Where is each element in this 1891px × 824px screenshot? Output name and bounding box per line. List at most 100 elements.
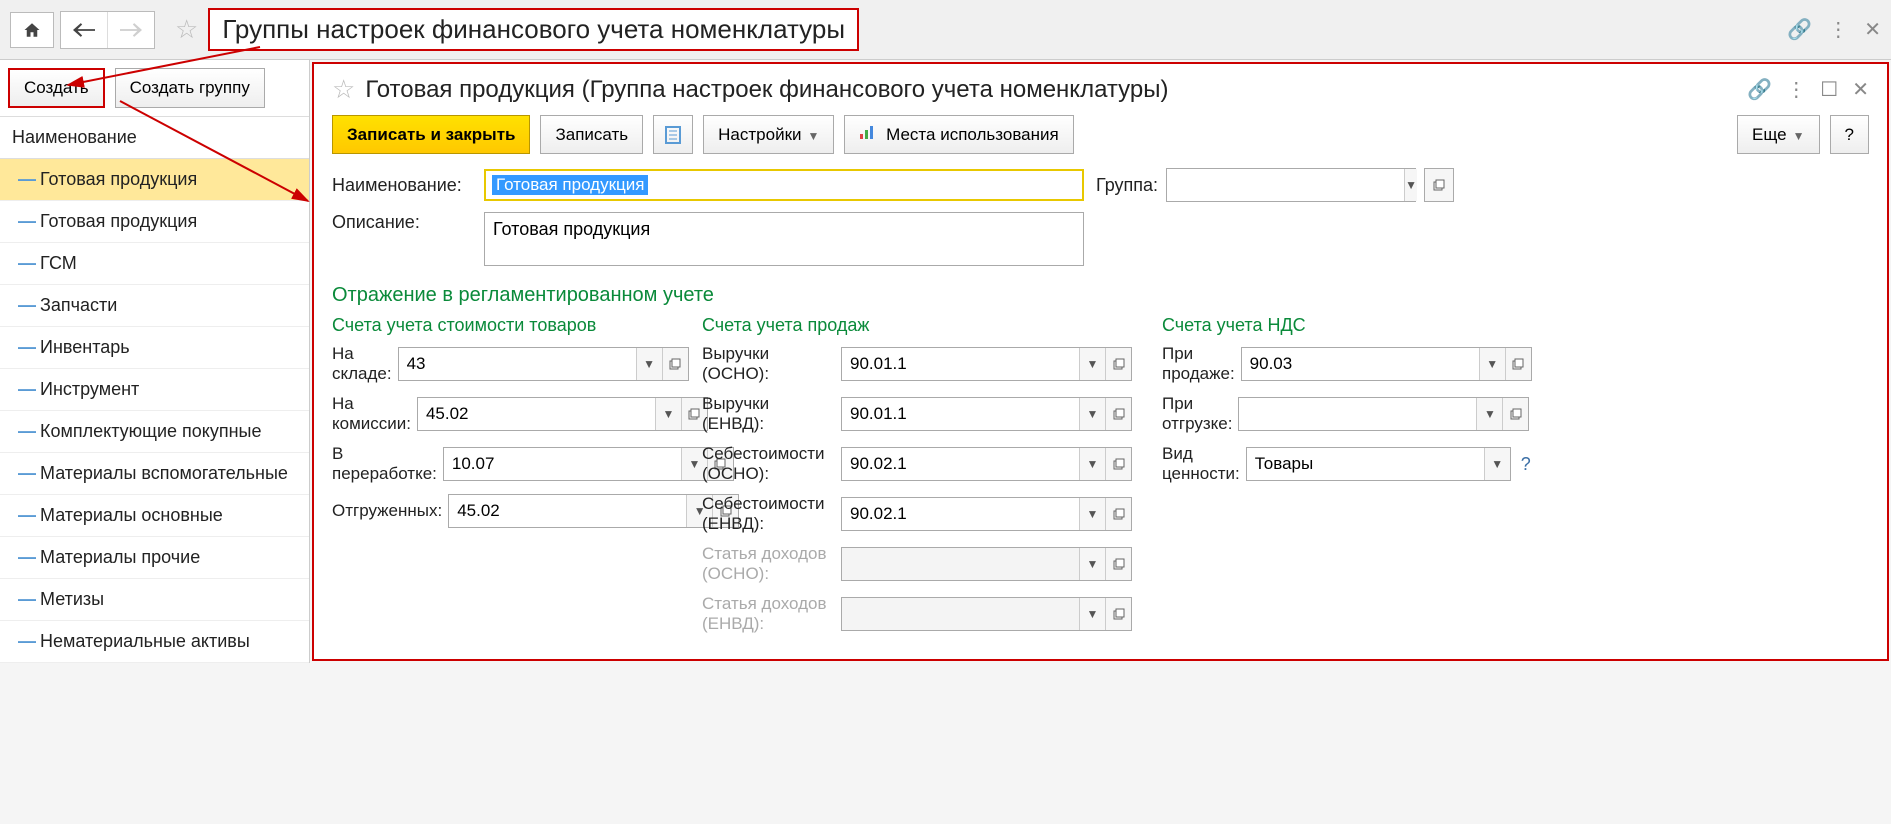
chevron-down-icon[interactable]: ▼ [636, 348, 662, 380]
inc-osno-input[interactable]: ▼ [841, 547, 1132, 581]
open-icon[interactable] [1105, 398, 1131, 430]
close-icon[interactable]: ✕ [1852, 77, 1869, 102]
col3-title: Счета учета НДС [1162, 315, 1502, 336]
description-input[interactable]: Готовая продукция [484, 212, 1084, 266]
value-type-label: Вид ценности: [1162, 444, 1240, 484]
open-icon[interactable] [1105, 598, 1131, 630]
chevron-down-icon[interactable]: ▼ [1079, 348, 1105, 380]
settings-button[interactable]: Настройки▼ [703, 115, 834, 154]
open-icon[interactable] [1105, 548, 1131, 580]
inc-osno-label: Статья доходов (ОСНО): [702, 544, 835, 584]
kebab-icon[interactable]: ⋮ [1786, 77, 1806, 102]
chevron-down-icon[interactable]: ▼ [655, 398, 681, 430]
list-item[interactable]: Инструмент [0, 369, 309, 411]
commission-label: На комиссии: [332, 394, 411, 434]
name-input[interactable]: Готовая продукция [492, 175, 648, 195]
vat-ship-input[interactable]: ▼ [1238, 397, 1529, 431]
list-item[interactable]: Готовая продукция [0, 201, 309, 243]
favorite-icon[interactable]: ☆ [175, 14, 198, 45]
vat-sale-input[interactable]: ▼ [1241, 347, 1532, 381]
maximize-icon[interactable]: ☐ [1820, 77, 1838, 102]
list-item[interactable]: Нематериальные активы [0, 621, 309, 663]
col1-title: Счета учета стоимости товаров [332, 315, 672, 336]
chevron-down-icon[interactable]: ▼ [1079, 598, 1105, 630]
value-type-input[interactable]: ▼ [1246, 447, 1511, 481]
chevron-down-icon[interactable]: ▼ [1079, 448, 1105, 480]
list-item[interactable]: Инвентарь [0, 327, 309, 369]
chevron-down-icon[interactable]: ▼ [1079, 398, 1105, 430]
rev-osno-label: Выручки (ОСНО): [702, 344, 835, 384]
open-icon[interactable] [662, 348, 688, 380]
name-input-wrapper: Готовая продукция [484, 169, 1084, 201]
chevron-down-icon[interactable]: ▼ [1476, 398, 1502, 430]
kebab-icon[interactable]: ⋮ [1828, 17, 1848, 42]
open-icon[interactable] [1505, 348, 1531, 380]
warehouse-input[interactable]: ▼ [398, 347, 689, 381]
report-button[interactable] [653, 115, 693, 154]
list-item[interactable]: Материалы основные [0, 495, 309, 537]
chevron-down-icon[interactable]: ▼ [1079, 498, 1105, 530]
cost-osno-label: Себестоимости (ОСНО): [702, 444, 835, 484]
col2-title: Счета учета продаж [702, 315, 1132, 336]
list-item[interactable]: ГСМ [0, 243, 309, 285]
cost-envd-input[interactable]: ▼ [841, 497, 1132, 531]
arrow-left-icon [73, 23, 95, 37]
report-icon [665, 126, 681, 144]
processing-input[interactable]: ▼ [443, 447, 734, 481]
chevron-down-icon[interactable]: ▼ [1079, 548, 1105, 580]
open-icon[interactable] [1105, 448, 1131, 480]
name-label: Наименование: [332, 175, 472, 196]
group-label: Группа: [1096, 175, 1158, 196]
more-button[interactable]: Еще▼ [1737, 115, 1819, 154]
home-icon [23, 21, 41, 39]
open-icon[interactable] [1424, 168, 1454, 202]
page-title: Группы настроек финансового учета номенк… [208, 8, 859, 51]
chart-icon [859, 124, 875, 140]
items-list: Готовая продукцияГотовая продукцияГСМЗап… [0, 159, 309, 663]
shipped-label: Отгруженных: [332, 501, 442, 521]
open-icon[interactable] [1502, 398, 1528, 430]
vat-sale-label: При продаже: [1162, 344, 1235, 384]
home-button[interactable] [10, 12, 54, 48]
create-group-button[interactable]: Создать группу [115, 68, 265, 108]
chevron-down-icon[interactable]: ▼ [1484, 448, 1510, 480]
rev-osno-input[interactable]: ▼ [841, 347, 1132, 381]
group-input[interactable]: ▼ [1166, 168, 1416, 202]
close-icon[interactable]: ✕ [1864, 17, 1881, 42]
shipped-input[interactable]: ▼ [448, 494, 739, 528]
create-button[interactable]: Создать [8, 68, 105, 108]
back-button[interactable] [61, 12, 108, 48]
rev-envd-label: Выручки (ЕНВД): [702, 394, 835, 434]
description-label: Описание: [332, 212, 472, 233]
list-item[interactable]: Материалы прочие [0, 537, 309, 579]
list-item[interactable]: Метизы [0, 579, 309, 621]
list-item[interactable]: Готовая продукция [0, 159, 309, 201]
list-item[interactable]: Материалы вспомогательные [0, 453, 309, 495]
inc-envd-input[interactable]: ▼ [841, 597, 1132, 631]
processing-label: В переработке: [332, 444, 437, 484]
forward-button[interactable] [108, 12, 154, 48]
list-item[interactable]: Запчасти [0, 285, 309, 327]
chevron-down-icon[interactable]: ▼ [1479, 348, 1505, 380]
usages-button[interactable]: Места использования [844, 115, 1073, 154]
list-item[interactable]: Комплектующие покупные [0, 411, 309, 453]
help-button[interactable]: ? [1830, 115, 1869, 154]
chevron-down-icon: ▼ [1793, 129, 1805, 143]
chevron-down-icon: ▼ [808, 129, 820, 143]
detail-title: Готовая продукция (Группа настроек финан… [365, 76, 1168, 104]
save-close-button[interactable]: Записать и закрыть [332, 115, 530, 154]
chevron-down-icon[interactable]: ▼ [1404, 169, 1417, 201]
link-icon[interactable]: 🔗 [1787, 17, 1812, 42]
cost-osno-input[interactable]: ▼ [841, 447, 1132, 481]
link-icon[interactable]: 🔗 [1747, 77, 1772, 102]
open-icon[interactable] [1105, 498, 1131, 530]
rev-envd-input[interactable]: ▼ [841, 397, 1132, 431]
warehouse-label: На складе: [332, 344, 392, 384]
commission-input[interactable]: ▼ [417, 397, 708, 431]
save-button[interactable]: Записать [540, 115, 643, 154]
favorite-icon[interactable]: ☆ [332, 74, 355, 105]
open-icon[interactable] [1105, 348, 1131, 380]
arrow-right-icon [120, 23, 142, 37]
section-title: Отражение в регламентированном учете [332, 284, 1869, 307]
help-icon[interactable]: ? [1521, 454, 1531, 475]
